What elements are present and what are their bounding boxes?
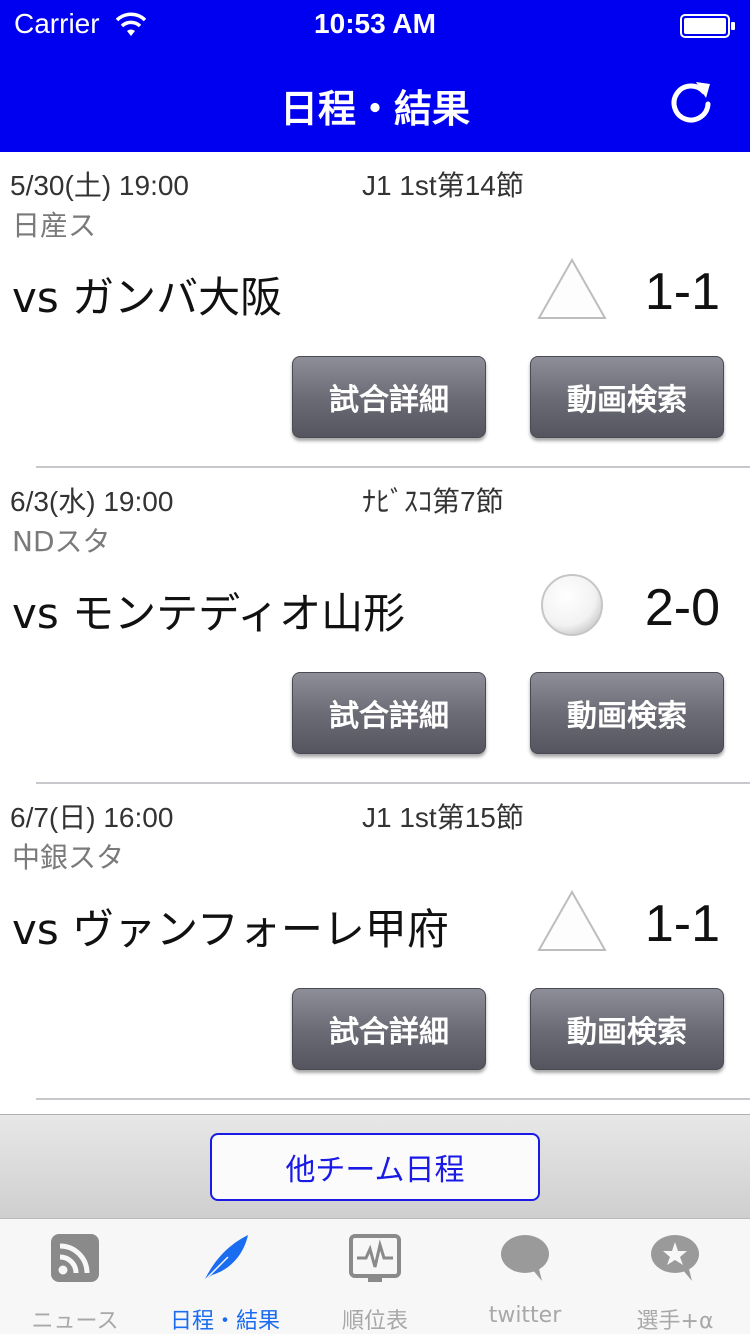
tab-label: twitter — [488, 1303, 562, 1328]
tab-players[interactable]: 選手+α — [600, 1219, 750, 1334]
match-row: 6/3(水) 19:00 ﾅﾋﾞｽｺ第7節 NDスタ vs モンテディオ山形 2… — [0, 468, 750, 784]
tab-label: 選手+α — [636, 1309, 714, 1334]
other-team-schedule-button[interactable]: 他チーム日程 — [210, 1133, 540, 1201]
match-detail-button[interactable]: 試合詳細 — [292, 988, 486, 1070]
tab-label: 順位表 — [341, 1309, 408, 1334]
match-list[interactable]: 5/30(土) 19:00 J1 1st第14節 日産ス vs ガンバ大阪 1-… — [0, 152, 750, 1114]
page-title: 日程・結果 — [279, 87, 470, 131]
star-bubble-icon — [651, 1235, 699, 1281]
match-competition: J1 1st第14節 — [362, 170, 524, 201]
refresh-icon[interactable] — [666, 76, 716, 126]
video-search-button[interactable]: 動画検索 — [530, 672, 724, 754]
battery-icon — [680, 14, 735, 38]
match-detail-button[interactable]: 試合詳細 — [292, 356, 486, 438]
draw-triangle-icon — [537, 257, 607, 319]
tab-standings[interactable]: 順位表 — [300, 1219, 450, 1334]
feather-icon — [203, 1235, 248, 1282]
status-clock: 10:53 AM — [314, 8, 436, 39]
tab-label: 日程・結果 — [169, 1309, 280, 1334]
match-opponent: vs モンテディオ山形 — [12, 589, 406, 638]
match-score: 1-1 — [644, 895, 720, 953]
match-competition: ﾅﾋﾞｽｺ第7節 — [362, 486, 504, 517]
chart-monitor-icon — [349, 1234, 401, 1282]
draw-triangle-icon — [537, 889, 607, 951]
match-venue: 中銀スタ — [12, 841, 125, 874]
match-score: 1-1 — [644, 263, 720, 321]
match-venue: NDスタ — [12, 525, 111, 558]
speech-bubble-icon — [501, 1235, 549, 1281]
rss-icon — [51, 1234, 99, 1282]
tab-bar: ニュース 日程・結果 順位表 twitter 選手+α — [0, 1218, 750, 1334]
match-row: 6/7(日) 16:00 J1 1st第15節 中銀スタ vs ヴァンフォーレ甲… — [0, 784, 750, 1100]
tab-twitter[interactable]: twitter — [450, 1219, 600, 1334]
status-bar: Carrier 10:53 AM — [0, 0, 750, 50]
match-score: 2-0 — [644, 579, 720, 637]
bottom-toolbar: 他チーム日程 — [0, 1114, 750, 1218]
match-detail-button[interactable]: 試合詳細 — [292, 672, 486, 754]
tab-news[interactable]: ニュース — [0, 1219, 150, 1334]
win-circle-icon — [541, 574, 603, 636]
video-search-button[interactable]: 動画検索 — [530, 356, 724, 438]
match-opponent: vs ヴァンフォーレ甲府 — [12, 905, 449, 954]
row-divider — [36, 1098, 750, 1100]
match-datetime: 5/30(土) 19:00 — [10, 170, 189, 201]
match-competition: J1 1st第15節 — [362, 802, 524, 833]
match-venue: 日産ス — [12, 209, 97, 242]
match-datetime: 6/3(水) 19:00 — [10, 486, 174, 517]
tab-label: ニュース — [31, 1309, 119, 1334]
video-search-button[interactable]: 動画検索 — [530, 988, 724, 1070]
match-opponent: vs ガンバ大阪 — [12, 273, 283, 322]
header: Carrier 10:53 AM 日程・結果 — [0, 0, 750, 152]
tab-schedule-results[interactable]: 日程・結果 — [150, 1219, 300, 1334]
match-datetime: 6/7(日) 16:00 — [10, 802, 174, 833]
match-row: 5/30(土) 19:00 J1 1st第14節 日産ス vs ガンバ大阪 1-… — [0, 152, 750, 468]
